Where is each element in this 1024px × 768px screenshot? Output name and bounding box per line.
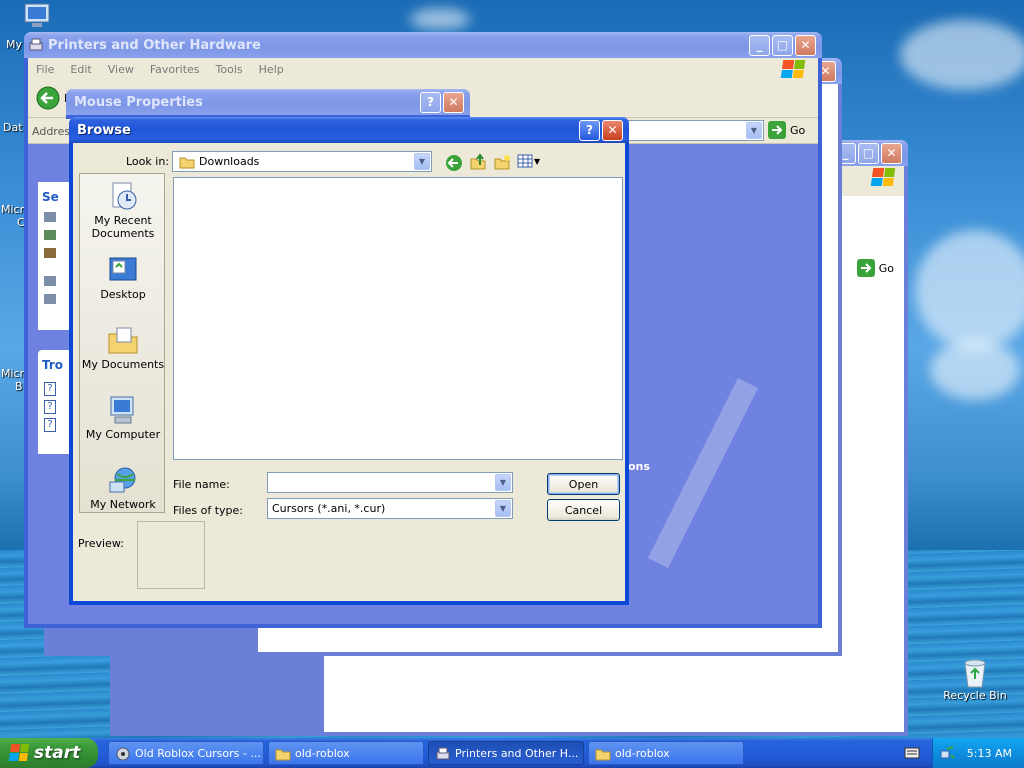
help-icon: ? bbox=[44, 382, 56, 396]
place-my-documents[interactable]: My Documents bbox=[80, 324, 166, 371]
up-folder-icon[interactable] bbox=[469, 153, 487, 171]
close-button[interactable]: ✕ bbox=[602, 119, 623, 141]
place-my-network[interactable]: My Network bbox=[80, 464, 166, 511]
my-computer-desktop-icon[interactable] bbox=[22, 2, 54, 30]
desktop-icon bbox=[109, 257, 137, 281]
maximize-button[interactable]: □ bbox=[772, 34, 793, 56]
watermark-pen-graphic bbox=[648, 378, 758, 568]
help-button[interactable]: ? bbox=[420, 91, 441, 113]
preview-box bbox=[137, 521, 205, 589]
recycle-bin-icon bbox=[964, 659, 986, 688]
places-bar: My Recent Documents Desktop My Documents … bbox=[79, 173, 165, 513]
cancel-button[interactable]: Cancel bbox=[547, 499, 620, 521]
windows-logo-icon bbox=[870, 168, 896, 186]
help-button[interactable]: ? bbox=[579, 119, 600, 141]
printer-icon bbox=[29, 38, 43, 51]
taskbar-task-roblox-cursors[interactable]: Old Roblox Cursors - ... bbox=[108, 741, 264, 765]
desktop-label-fragment: My bbox=[6, 38, 23, 51]
maximize-button[interactable]: □ bbox=[858, 142, 879, 164]
go-button[interactable]: Go bbox=[856, 258, 894, 278]
clock[interactable]: 5:13 AM bbox=[967, 747, 1012, 760]
go-arrow-icon bbox=[768, 121, 786, 139]
address-label: Addres bbox=[32, 125, 71, 138]
desktop-label-fragment: Dat bbox=[3, 121, 23, 134]
taskbar-task-old-roblox-2[interactable]: old-roblox bbox=[588, 741, 744, 765]
browser-icon bbox=[116, 747, 130, 761]
menu-tools[interactable]: Tools bbox=[208, 63, 251, 76]
desktop-label-fragment: B bbox=[15, 380, 23, 393]
back-icon[interactable] bbox=[445, 154, 463, 172]
place-my-computer[interactable]: My Computer bbox=[80, 394, 166, 441]
folder-icon bbox=[179, 157, 195, 168]
recycle-bin-label: Recycle Bin bbox=[943, 689, 1007, 702]
new-folder-icon[interactable] bbox=[493, 153, 511, 171]
my-documents-icon bbox=[108, 327, 138, 354]
look-in-dropdown-arrow[interactable]: ▼ bbox=[414, 153, 430, 170]
language-bar-icon[interactable] bbox=[904, 746, 920, 760]
windows-logo-icon bbox=[780, 60, 806, 78]
address-dropdown-arrow[interactable]: ▼ bbox=[746, 122, 762, 139]
browse-dialog-titlebar[interactable]: Browse ? ✕ bbox=[69, 117, 629, 143]
file-list-view[interactable] bbox=[173, 177, 623, 460]
minimize-button[interactable]: _ bbox=[749, 34, 770, 56]
file-name-input[interactable]: ▼ bbox=[267, 472, 513, 493]
place-desktop[interactable]: Desktop bbox=[80, 254, 166, 301]
browse-dialog[interactable]: Browse ? ✕ Look in: Downloads ▼ ▼ My Rec… bbox=[69, 117, 629, 605]
menu-view[interactable]: View bbox=[100, 63, 142, 76]
files-of-type-dropdown[interactable]: Cursors (*.ani, *.cur) ▼ bbox=[267, 498, 513, 519]
go-arrow-icon bbox=[856, 259, 875, 277]
menu-file[interactable]: File bbox=[28, 63, 62, 76]
folder-icon bbox=[275, 749, 291, 761]
view-menu-icon[interactable]: ▼ bbox=[517, 154, 540, 168]
place-my-recent-documents[interactable]: My Recent Documents bbox=[80, 180, 166, 240]
printers-window-titlebar[interactable]: Printers and Other Hardware _ □ ✕ bbox=[24, 32, 822, 58]
recycle-bin-desktop-icon[interactable]: Recycle Bin bbox=[940, 655, 1010, 710]
file-name-label: File name: bbox=[173, 478, 230, 491]
help-icon: ? bbox=[44, 418, 56, 432]
taskbar-task-old-roblox-1[interactable]: old-roblox bbox=[268, 741, 424, 765]
preview-label: Preview: bbox=[78, 537, 124, 550]
open-button[interactable]: Open bbox=[547, 473, 620, 495]
folder-icon bbox=[595, 749, 611, 761]
printer-icon bbox=[436, 747, 450, 760]
taskbar-task-printers[interactable]: Printers and Other H... bbox=[428, 741, 584, 765]
my-network-icon bbox=[109, 467, 136, 493]
close-button[interactable]: ✕ bbox=[881, 142, 902, 164]
close-button[interactable]: ✕ bbox=[795, 34, 816, 56]
look-in-label: Look in: bbox=[126, 155, 169, 168]
look-in-dropdown[interactable]: Downloads ▼ bbox=[172, 151, 432, 172]
cloud bbox=[410, 8, 470, 30]
files-of-type-dropdown-arrow[interactable]: ▼ bbox=[495, 500, 511, 517]
my-computer-icon bbox=[110, 396, 134, 424]
look-in-value: Downloads bbox=[199, 155, 260, 168]
help-icon: ? bbox=[44, 400, 56, 414]
system-tray: 5:13 AM bbox=[932, 738, 1024, 768]
windows-logo-icon bbox=[8, 744, 30, 761]
menu-bar: File Edit View Favorites Tools Help bbox=[28, 58, 818, 80]
cloud bbox=[900, 20, 1024, 90]
network-tray-icon[interactable] bbox=[939, 745, 955, 761]
file-name-dropdown-arrow[interactable]: ▼ bbox=[495, 474, 511, 491]
close-button[interactable]: ✕ bbox=[443, 91, 464, 113]
browse-dialog-body: Look in: Downloads ▼ ▼ My Recent Document… bbox=[73, 143, 625, 601]
go-button[interactable]: Go bbox=[768, 121, 805, 139]
menu-edit[interactable]: Edit bbox=[62, 63, 99, 76]
menu-help[interactable]: Help bbox=[251, 63, 292, 76]
menu-favorites[interactable]: Favorites bbox=[142, 63, 208, 76]
files-of-type-label: Files of type: bbox=[173, 504, 244, 517]
back-arrow-icon bbox=[36, 86, 60, 110]
cloud bbox=[930, 340, 1020, 400]
mouse-properties-titlebar[interactable]: Mouse Properties ? ✕ bbox=[66, 89, 470, 115]
mouse-properties-window[interactable]: Mouse Properties ? ✕ bbox=[66, 89, 470, 119]
taskbar: start Old Roblox Cursors - ... old-roblo… bbox=[0, 738, 1024, 768]
cloud bbox=[915, 230, 1024, 350]
start-button[interactable]: start bbox=[0, 738, 98, 768]
recent-documents-icon bbox=[112, 182, 137, 210]
